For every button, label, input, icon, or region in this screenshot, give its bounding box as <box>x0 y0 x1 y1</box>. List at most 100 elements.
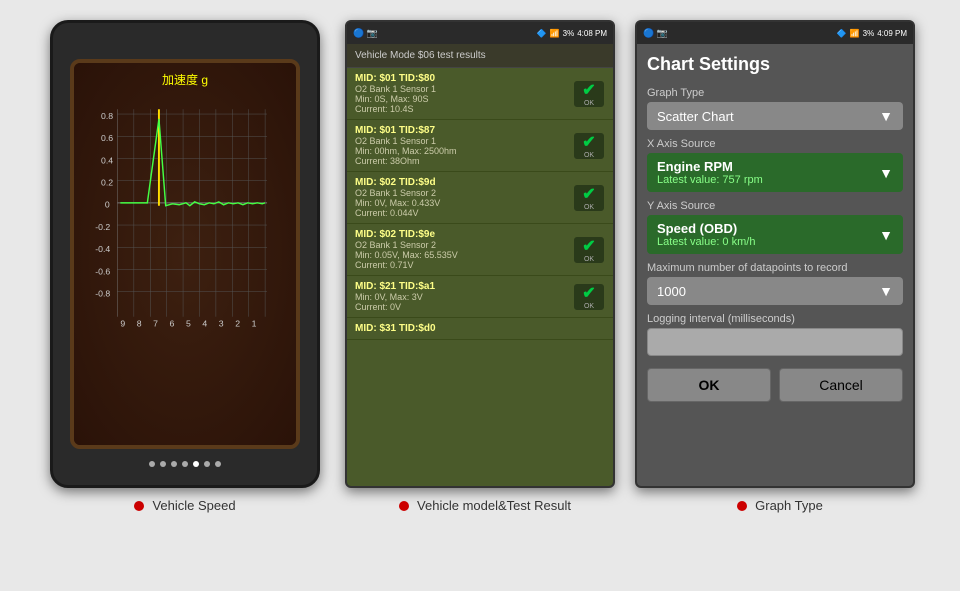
graph-type-dropdown[interactable]: Scatter Chart ▼ <box>647 102 903 130</box>
max-dp-section: Maximum number of datapoints to record 1… <box>647 262 903 305</box>
ok-button-4[interactable]: ✔OK <box>573 236 605 264</box>
max-dp-value: 1000 <box>657 284 686 299</box>
item-mid: MID: $01 TID:$80 <box>355 73 573 84</box>
list-item: MID: $02 TID:$9d O2 Bank 1 Sensor 2 Min:… <box>347 172 613 224</box>
bt-icon: 🔷 <box>537 29 547 38</box>
svg-text:8: 8 <box>137 318 142 328</box>
ok-button-5[interactable]: ✔OK <box>573 283 605 311</box>
status-bar-2: 🔵 📷 🔷 📶 3% 4:08 PM <box>347 22 613 44</box>
battery-text: 3% <box>563 29 575 38</box>
time-3: 4:09 PM <box>877 29 907 38</box>
graph-screen: 加速度 g 0.8 0.6 0.4 0.2 0 -0.2 -0.4 -0.6 -… <box>70 59 300 449</box>
ok-button-1[interactable]: ✔OK <box>573 80 605 108</box>
max-dp-dropdown[interactable]: 1000 ▼ <box>647 277 903 305</box>
dot-7 <box>215 461 221 467</box>
svg-text:0.2: 0.2 <box>101 177 113 187</box>
caption-dot-3 <box>737 501 747 511</box>
y-axis-label: Y Axis Source <box>647 200 903 212</box>
dot-6 <box>204 461 210 467</box>
panel-vehicle-mode: 🔵 📷 🔷 📶 3% 4:08 PM Vehicle Mode $06 test… <box>340 20 620 488</box>
item-sensor: O2 Bank 1 Sensor 2 <box>355 188 573 198</box>
logging-section: Logging interval (milliseconds) <box>647 313 903 356</box>
item-sensor: O2 Bank 1 Sensor 1 <box>355 84 573 94</box>
status-icons-right: 🔷 📶 3% 4:08 PM <box>537 29 607 38</box>
item-mid: MID: $31 TID:$d0 <box>355 323 605 334</box>
y-axis-latest: Latest value: 0 km/h <box>657 236 879 248</box>
ok-dialog-button[interactable]: OK <box>647 368 771 402</box>
chart-settings-body: Chart Settings Graph Type Scatter Chart … <box>637 44 913 486</box>
dot-2 <box>160 461 166 467</box>
caption-2: Vehicle model&Test Result <box>340 498 630 513</box>
item-minmax: Min: 0V, Max: 3V <box>355 292 573 302</box>
chevron-down-icon: ▼ <box>879 108 893 124</box>
item-sensor: O2 Bank 1 Sensor 1 <box>355 136 573 146</box>
dot-4 <box>182 461 188 467</box>
caption-text-2: Vehicle model&Test Result <box>417 498 571 513</box>
item-mid: MID: $02 TID:$9d <box>355 177 573 188</box>
dot-indicators <box>149 461 221 467</box>
svg-text:-0.2: -0.2 <box>95 222 110 232</box>
caption-dot-2 <box>399 501 409 511</box>
status-icons-left-3: 🔵 📷 <box>643 28 668 39</box>
mode-header: Vehicle Mode $06 test results <box>347 44 613 68</box>
y-axis-dropdown[interactable]: Speed (OBD) Latest value: 0 km/h ▼ <box>647 215 903 254</box>
x-axis-left: Engine RPM Latest value: 757 rpm <box>657 159 879 186</box>
caption-dot-1 <box>134 501 144 511</box>
svg-text:9: 9 <box>120 318 125 328</box>
cancel-dialog-button[interactable]: Cancel <box>779 368 903 402</box>
y-axis-section: Y Axis Source Speed (OBD) Latest value: … <box>647 200 903 254</box>
item-minmax: Min: 0S, Max: 90S <box>355 94 573 104</box>
graph-type-label: Graph Type <box>647 87 903 99</box>
logging-label: Logging interval (milliseconds) <box>647 313 903 325</box>
dot-5 <box>193 461 199 467</box>
svg-text:-0.4: -0.4 <box>95 244 110 254</box>
svg-text:0.8: 0.8 <box>101 111 113 121</box>
checkmark-icon: ✔ <box>582 132 595 152</box>
ok-label: OK <box>582 100 595 107</box>
ok-button-3[interactable]: ✔OK <box>573 184 605 212</box>
caption-text-3: Graph Type <box>755 498 823 513</box>
max-dp-label: Maximum number of datapoints to record <box>647 262 903 274</box>
svg-text:5: 5 <box>186 318 191 328</box>
item-sensor: O2 Bank 1 Sensor 2 <box>355 240 573 250</box>
item-minmax: Min: 00hm, Max: 2500hm <box>355 146 573 156</box>
panel-vehicle-speed: 加速度 g 0.8 0.6 0.4 0.2 0 -0.2 -0.4 -0.6 -… <box>40 20 330 488</box>
svg-text:6: 6 <box>170 318 175 328</box>
x-axis-dropdown[interactable]: Engine RPM Latest value: 757 rpm ▼ <box>647 153 903 192</box>
item-minmax: Min: 0V, Max: 0.433V <box>355 198 573 208</box>
dot-3 <box>171 461 177 467</box>
ok-label: OK <box>582 152 595 159</box>
y-axis-left: Speed (OBD) Latest value: 0 km/h <box>657 221 879 248</box>
panel-chart-settings: 🔵 📷 🔷 📶 3% 4:09 PM Chart Settings Graph … <box>630 20 920 488</box>
x-axis-label: X Axis Source <box>647 138 903 150</box>
svg-text:3: 3 <box>219 318 224 328</box>
item-current: Current: 0.71V <box>355 260 573 270</box>
item-left: MID: $02 TID:$9d O2 Bank 1 Sensor 2 Min:… <box>355 177 573 218</box>
chevron-down-icon-dp: ▼ <box>879 283 893 299</box>
mode-list: MID: $01 TID:$80 O2 Bank 1 Sensor 1 Min:… <box>347 68 613 486</box>
time-text: 4:08 PM <box>577 29 607 38</box>
svg-text:1: 1 <box>252 318 257 328</box>
ok-label: OK <box>582 256 595 263</box>
item-current: Current: 10.4S <box>355 104 573 114</box>
item-left: MID: $01 TID:$87 O2 Bank 1 Sensor 1 Min:… <box>355 125 573 166</box>
caption-row: Vehicle Speed Vehicle model&Test Result … <box>0 488 960 513</box>
graph-inner: 加速度 g 0.8 0.6 0.4 0.2 0 -0.2 -0.4 -0.6 -… <box>74 63 296 445</box>
caption-3: Graph Type <box>640 498 920 513</box>
svg-text:0.6: 0.6 <box>101 133 113 143</box>
signal-icon: 📶 <box>550 29 560 38</box>
caption-1: Vehicle Speed <box>40 498 330 513</box>
chart-settings-title: Chart Settings <box>647 54 903 75</box>
svg-text:0.4: 0.4 <box>101 155 113 165</box>
ok-button-2[interactable]: ✔OK <box>573 132 605 160</box>
signal-icon-3: 📶 <box>850 29 860 38</box>
bt-icon-3: 🔷 <box>837 29 847 38</box>
list-item: MID: $01 TID:$87 O2 Bank 1 Sensor 1 Min:… <box>347 120 613 172</box>
item-left: MID: $02 TID:$9e O2 Bank 1 Sensor 2 Min:… <box>355 229 573 270</box>
chevron-down-icon-y: ▼ <box>879 227 893 243</box>
phone-frame-1: 加速度 g 0.8 0.6 0.4 0.2 0 -0.2 -0.4 -0.6 -… <box>50 20 320 488</box>
list-item: MID: $01 TID:$80 O2 Bank 1 Sensor 1 Min:… <box>347 68 613 120</box>
button-row: OK Cancel <box>647 368 903 402</box>
svg-text:-0.6: -0.6 <box>95 266 110 276</box>
logging-input[interactable] <box>647 328 903 356</box>
